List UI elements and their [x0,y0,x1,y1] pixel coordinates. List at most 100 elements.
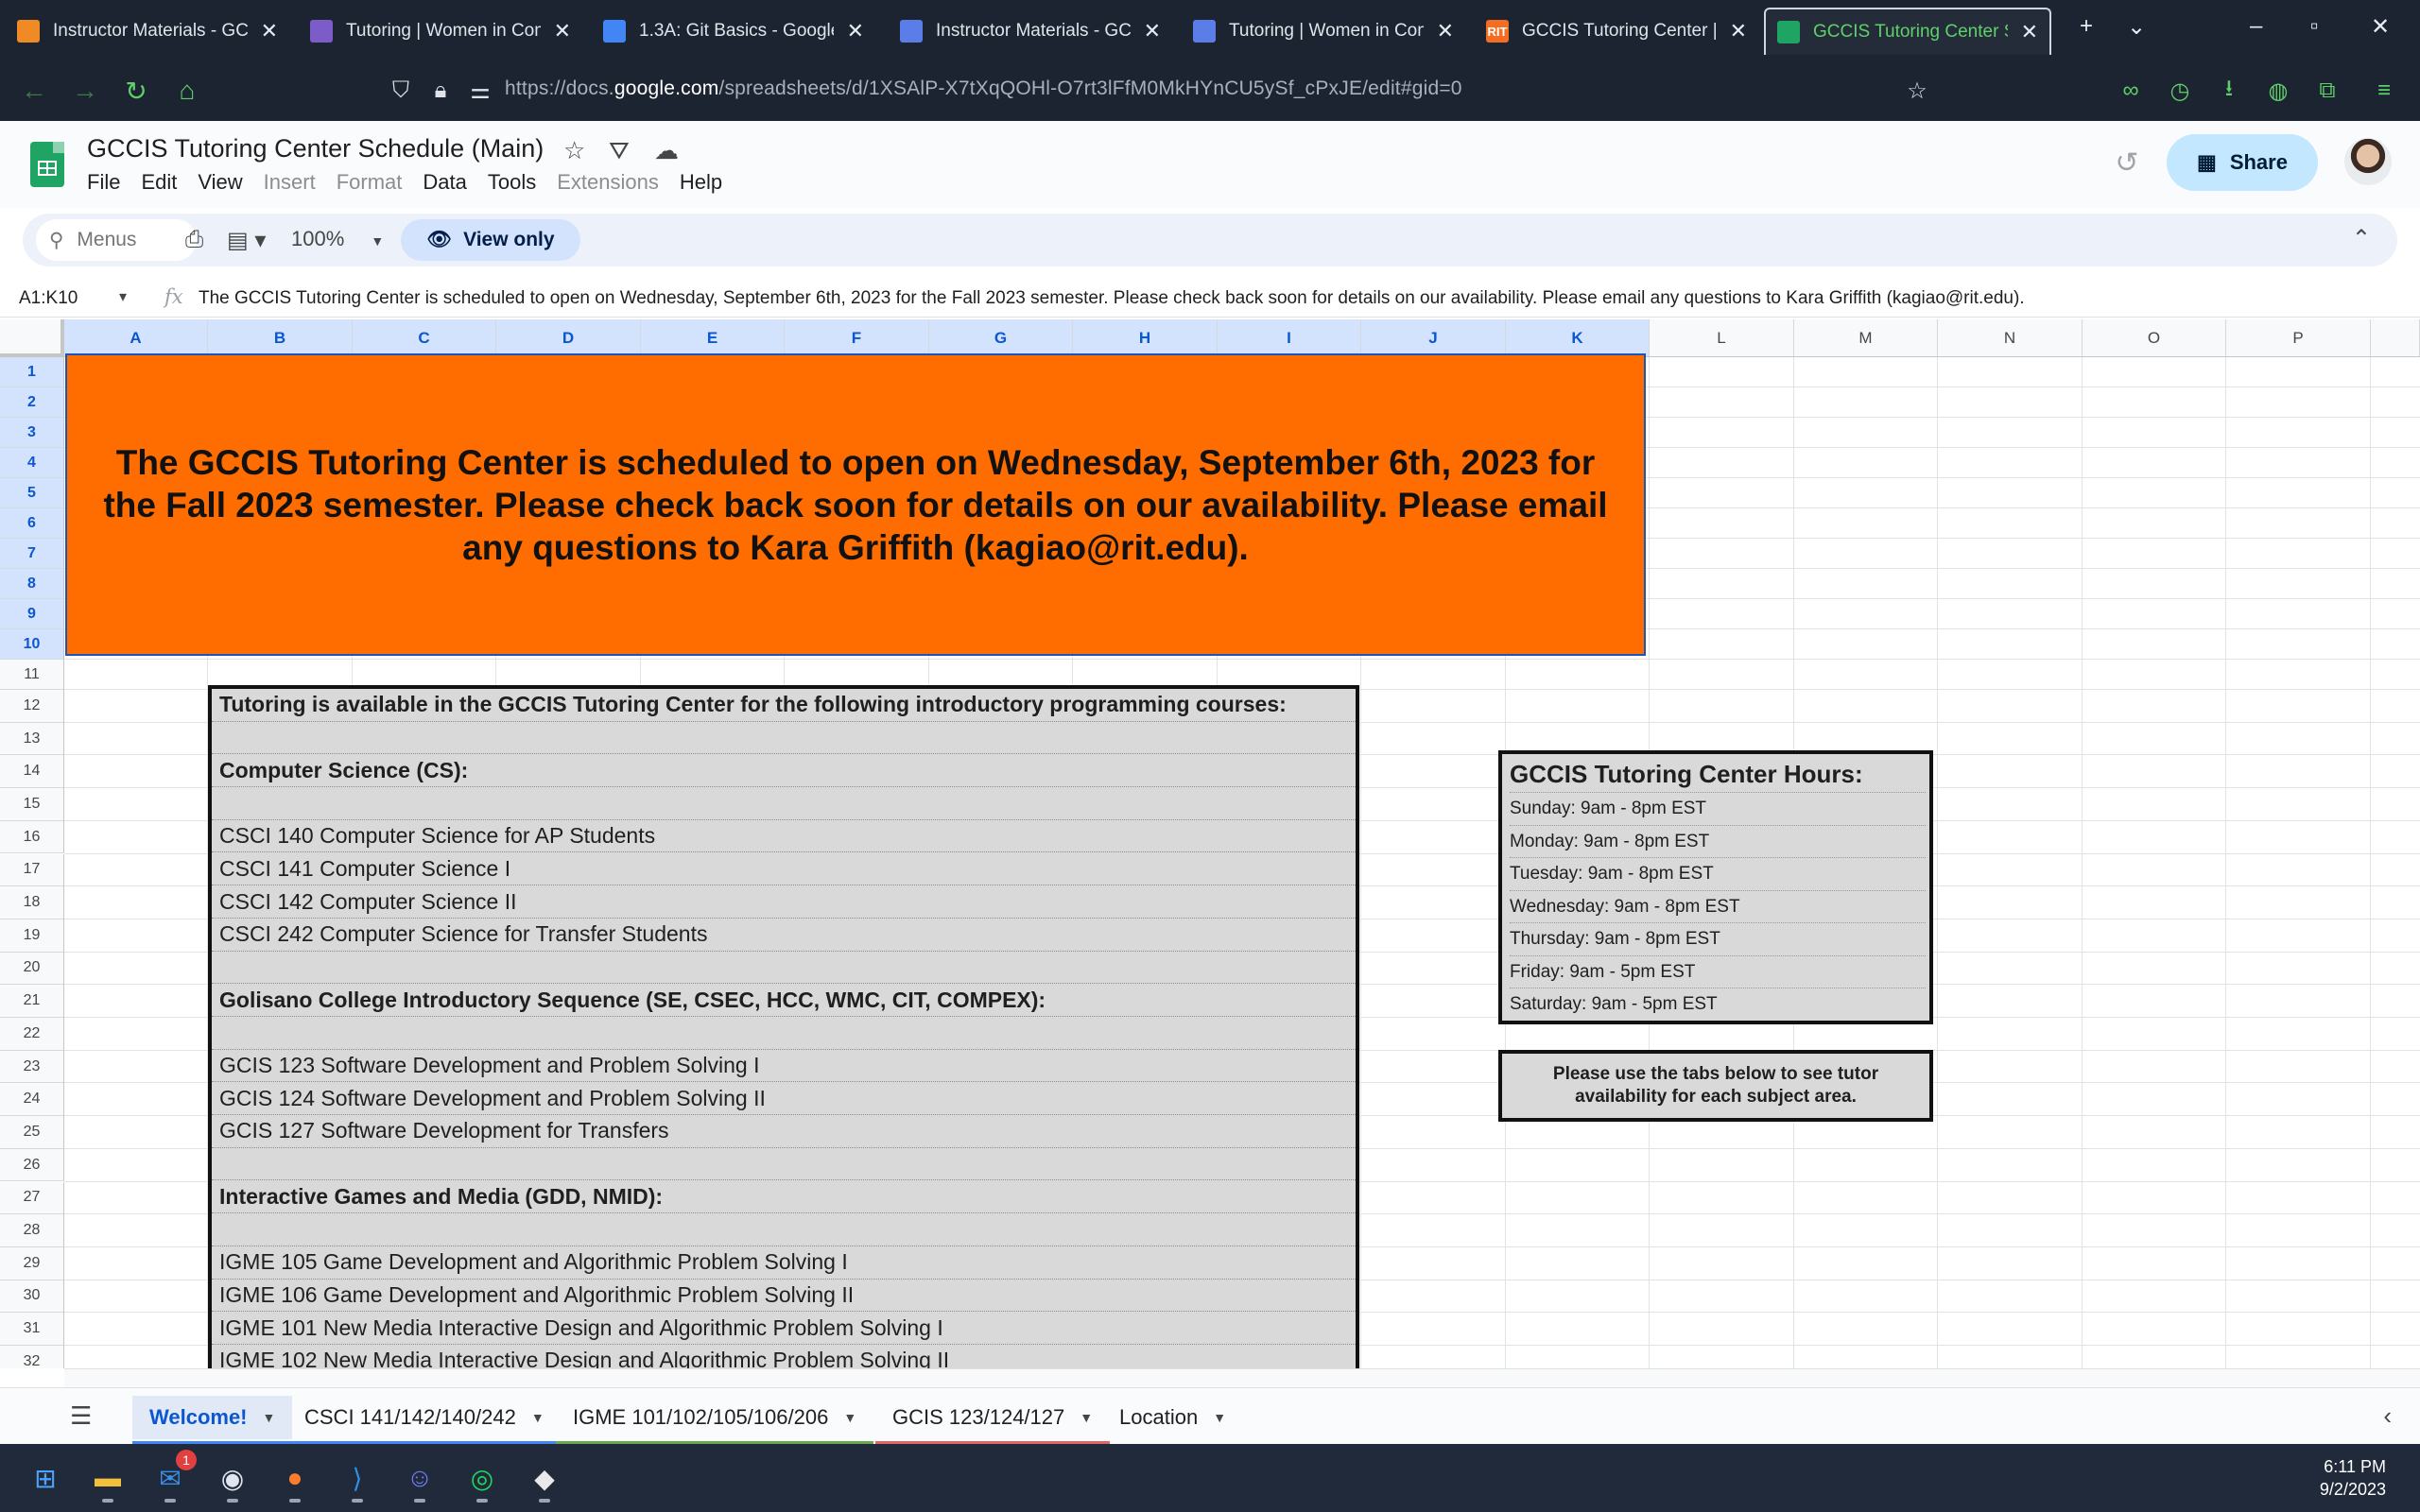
chevron-down-icon[interactable]: ▼ [263,1410,276,1425]
hours-line[interactable]: Friday: 9am - 5pm EST [1510,954,1926,988]
row-header[interactable]: 13 [0,722,64,756]
downloads-icon[interactable]: ⭳ [2212,74,2246,108]
menu-data[interactable]: Data [423,170,477,195]
row-header[interactable]: 3 [0,418,64,448]
menu-insert[interactable]: Insert [264,170,327,195]
row-header[interactable]: 17 [0,853,64,887]
zoom-select[interactable]: 100% ▼ [291,227,384,251]
row-header[interactable]: 20 [0,952,64,986]
browser-tab[interactable]: 1.3A: Git Basics - Google Do ✕ [592,8,875,55]
move-icon[interactable]: ⛛ [609,136,630,166]
tabs-note-box[interactable]: Please use the tabs below to see tutor a… [1498,1050,1933,1122]
share-button[interactable]: ▦ Share [2167,134,2318,191]
menu-file[interactable]: File [87,170,131,195]
close-tab-icon[interactable]: ✕ [2021,20,2038,44]
course-line[interactable]: CSCI 142 Computer Science II [212,885,1356,919]
browser-tab[interactable]: Tutoring | Women in Compu ✕ [299,8,582,55]
mail-icon[interactable]: ✉ 1 [147,1450,197,1503]
row-header[interactable]: 30 [0,1280,64,1314]
course-line[interactable]: IGME 102 New Media Interactive Design an… [212,1345,1356,1368]
column-header[interactable]: C [353,319,496,357]
row-header[interactable]: 7 [0,539,64,569]
course-line[interactable]: IGME 106 Game Development and Algorithmi… [212,1280,1356,1313]
row-header[interactable]: 18 [0,886,64,919]
chevron-down-icon[interactable]: ▼ [531,1410,544,1425]
chevron-down-icon[interactable]: ▼ [1080,1410,1093,1425]
column-header[interactable]: B [208,319,353,357]
chevron-down-icon[interactable]: ▼ [843,1410,856,1425]
row-header[interactable]: 2 [0,387,64,418]
name-box[interactable]: A1:K10 [19,288,78,309]
avatar[interactable] [2344,138,2392,185]
bookmark-star-icon[interactable]: ☆ [1902,76,1932,106]
new-tab-button[interactable]: + [2080,13,2093,40]
column-header[interactable]: L [1650,319,1794,357]
close-tab-icon[interactable]: ✕ [261,19,278,43]
row-header[interactable]: 28 [0,1214,64,1247]
close-tab-icon[interactable]: ✕ [554,19,571,43]
document-title[interactable]: GCCIS Tutoring Center Schedule (Main) [87,134,544,163]
hours-line[interactable]: Wednesday: 9am - 8pm EST [1510,889,1926,922]
system-clock[interactable]: 6:11 PM 9/2/2023 [2320,1455,2386,1501]
row-header[interactable]: 6 [0,508,64,539]
formula-content[interactable]: The GCCIS Tutoring Center is scheduled t… [199,288,2025,309]
star-icon[interactable]: ☆ [563,136,585,165]
hours-line[interactable]: Thursday: 9am - 8pm EST [1510,922,1926,954]
row-header[interactable]: 23 [0,1050,64,1084]
menu-format[interactable]: Format [337,170,414,195]
chrome-icon[interactable]: ◉ [210,1455,255,1503]
maximize-button[interactable]: ▫ [2310,13,2319,40]
row-header[interactable]: 24 [0,1083,64,1117]
row-header[interactable]: 8 [0,569,64,599]
course-line[interactable]: GCIS 123 Software Development and Proble… [212,1050,1356,1083]
browser-tab[interactable]: Instructor Materials - GCIS.1 ✕ [6,8,289,55]
column-header[interactable]: D [496,319,641,357]
row-header[interactable]: 4 [0,448,64,478]
tab-list-button[interactable]: ⌄ [2127,13,2146,41]
row-header[interactable]: 12 [0,690,64,723]
row-header[interactable]: 19 [0,919,64,953]
row-header[interactable]: 5 [0,478,64,508]
hours-line[interactable]: Saturday: 9am - 5pm EST [1510,988,1926,1020]
version-history-icon[interactable]: ↺ [2108,144,2146,181]
spotify-icon[interactable]: ◎ [459,1455,505,1503]
browser-menu-icon[interactable]: ≡ [2367,74,2401,108]
sheet-tab[interactable]: IGME 101/102/105/106/206 ▼ [556,1396,874,1445]
menu-view[interactable]: View [198,170,253,195]
chevron-down-icon[interactable]: ▼ [1213,1410,1226,1425]
hours-line[interactable]: Monday: 9am - 8pm EST [1510,824,1926,857]
row-header[interactable]: 25 [0,1116,64,1149]
chevron-left-icon[interactable]: ‹ [2383,1401,2392,1431]
shield-icon[interactable]: ⛉ [386,76,416,106]
paint-format-icon[interactable]: ▤ ▾ [227,225,266,255]
column-header[interactable]: O [2083,319,2226,357]
menu-extensions[interactable]: Extensions [557,170,670,195]
spreadsheet-grid[interactable]: ABCDEFGHIJKLMNOP 1 2 3 4 5 6 7 8 9 10 11 12 13 14 15 16… [0,319,2420,1368]
course-line[interactable]: Computer Science (CS): [212,754,1356,788]
course-line[interactable]: Tutoring is available in the GCCIS Tutor… [212,689,1356,722]
menu-tools[interactable]: Tools [488,170,547,195]
close-tab-icon[interactable]: ✕ [847,19,864,43]
horizontal-scrollbar[interactable] [64,1368,2420,1387]
row-header[interactable]: 11 [0,660,64,690]
history-clock-icon[interactable]: ◷ [2163,74,2197,108]
lock-icon[interactable]: 🔒︎ [425,76,456,106]
course-line[interactable]: GCIS 124 Software Development and Proble… [212,1082,1356,1116]
minimize-button[interactable]: – [2250,13,2262,40]
column-header[interactable]: E [641,319,785,357]
menu-help[interactable]: Help [680,170,734,195]
browser-tab[interactable]: Tutoring | Women in Compu ✕ [1182,8,1465,55]
row-header[interactable]: 9 [0,599,64,629]
column-header[interactable]: P [2226,319,2371,357]
column-header[interactable]: J [1361,319,1506,357]
back-icon[interactable]: ← [17,74,51,108]
column-header[interactable]: F [785,319,929,357]
forward-icon[interactable]: → [68,74,102,108]
course-line[interactable]: CSCI 242 Computer Science for Transfer S… [212,919,1356,952]
select-all-corner[interactable] [0,319,64,357]
firefox-icon[interactable]: ● [272,1455,318,1503]
view-only-button[interactable]: 👁︎ View only [401,219,580,261]
row-header[interactable]: 21 [0,985,64,1018]
close-tab-icon[interactable]: ✕ [1437,19,1454,43]
cloud-status-icon[interactable]: ☁ [654,136,679,165]
